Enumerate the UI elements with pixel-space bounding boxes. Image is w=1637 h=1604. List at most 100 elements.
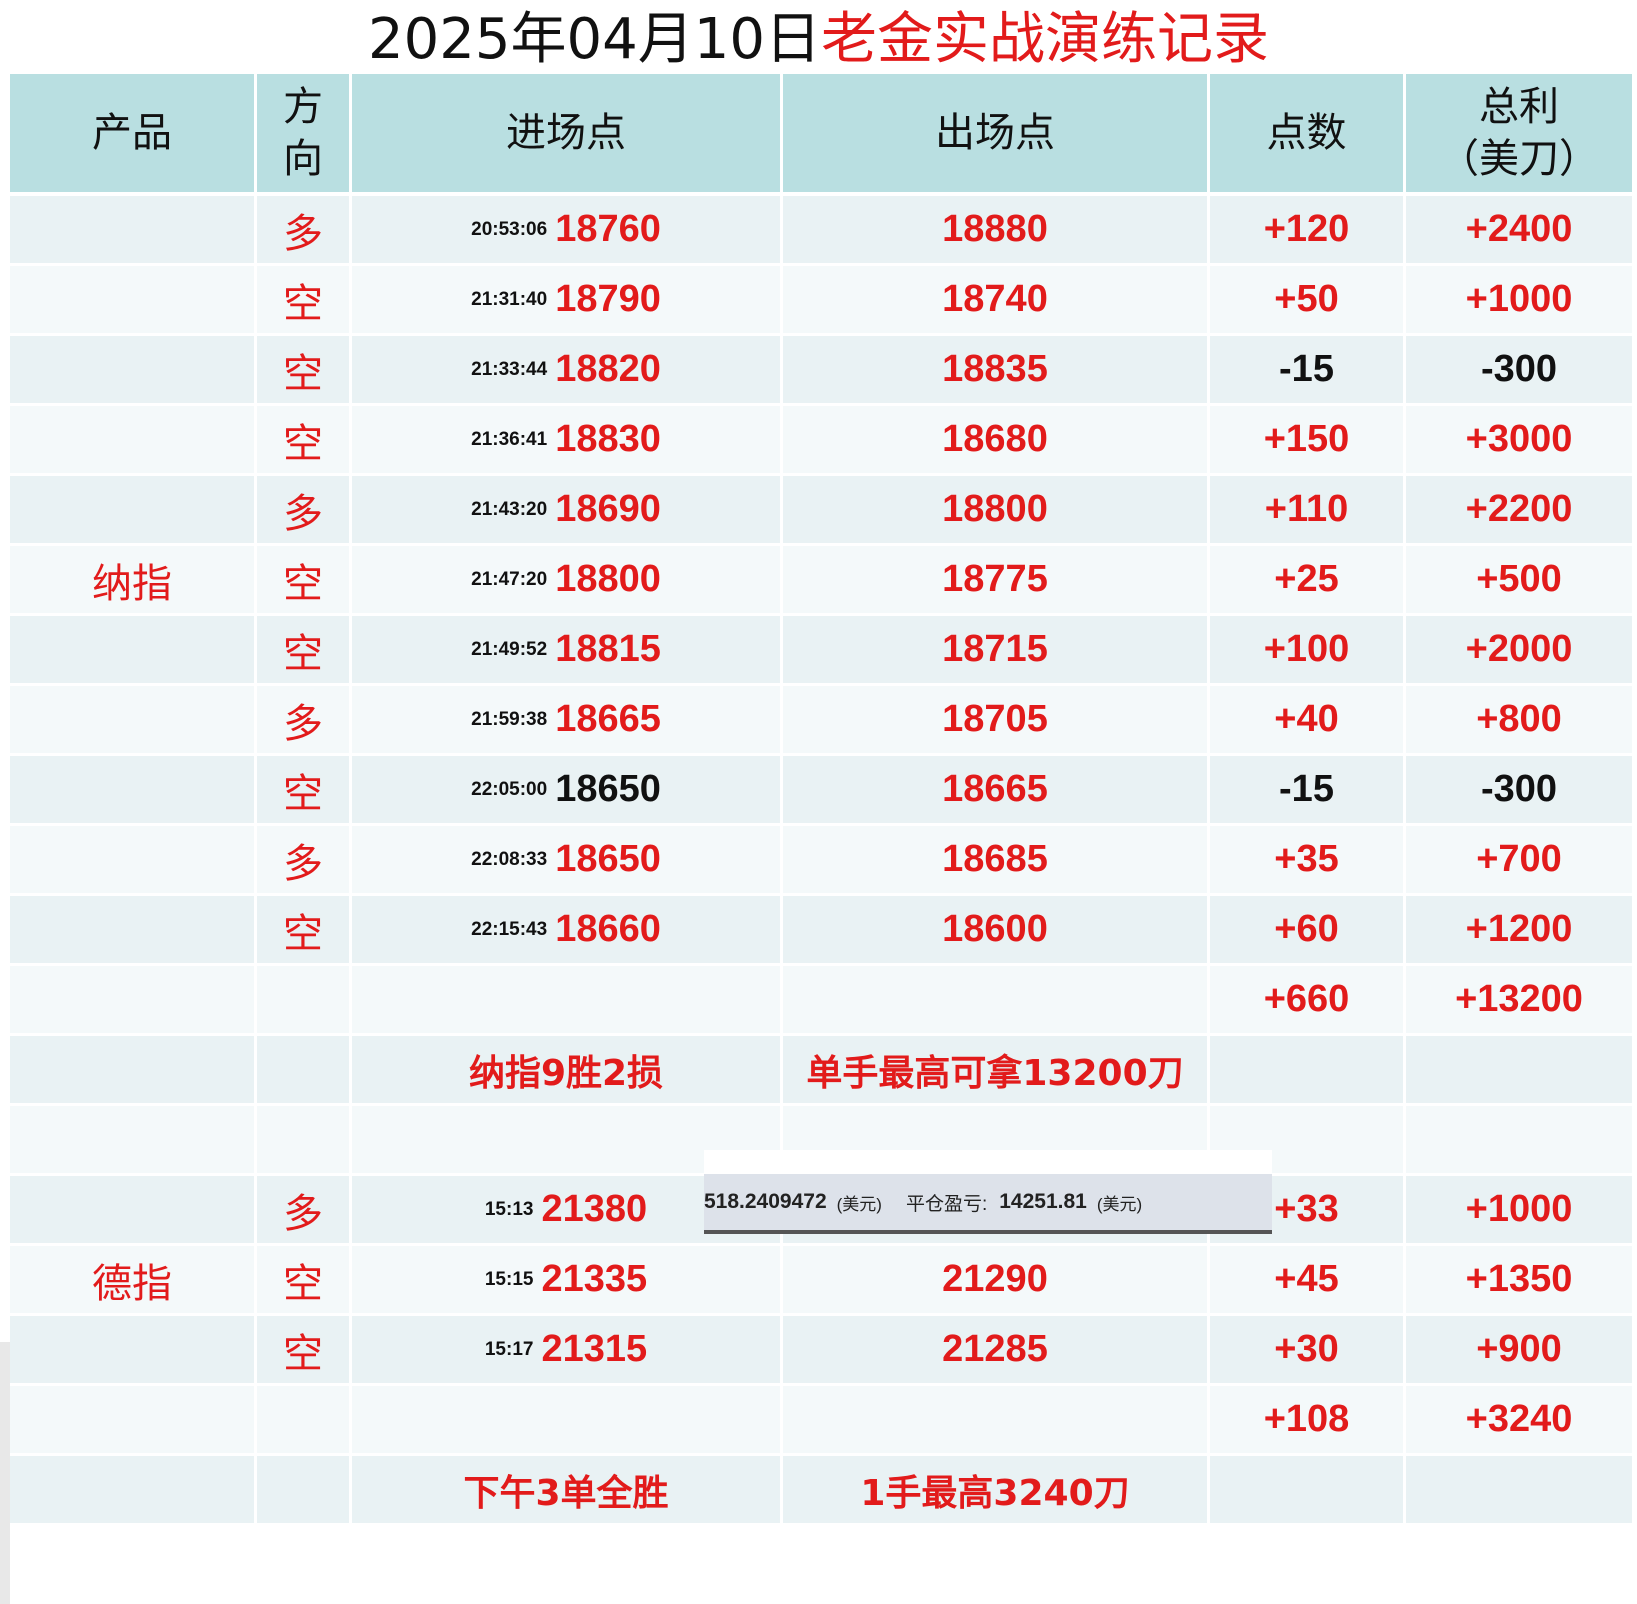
direction-cell: 空: [257, 406, 349, 473]
sum-points-cell: +108: [1210, 1386, 1403, 1453]
entry-price: 18820: [555, 348, 661, 390]
summary-empty-cell: [1210, 1456, 1403, 1523]
direction-text: 多: [283, 840, 323, 887]
summary-right: 1手最高3240刀: [860, 1472, 1130, 1514]
sum-points: +108: [1263, 1398, 1350, 1440]
pnl-value-2: 14251.81: [999, 1190, 1087, 1213]
total-cell: +1200: [1406, 896, 1632, 963]
sum-total: +13200: [1455, 978, 1583, 1020]
exit-price: 18680: [942, 418, 1048, 460]
exit-price: 18740: [942, 278, 1048, 320]
entry-time: 15:15: [484, 1268, 534, 1290]
points-cell: +40: [1210, 686, 1403, 753]
exit-price: 18800: [942, 488, 1048, 530]
sum-points: +660: [1263, 978, 1350, 1020]
direction-cell: 空: [257, 546, 349, 613]
pnl-screenshot-overlay: 518.2409472 (美元) 平仓盈亏: 14251.81 (美元): [704, 1150, 1272, 1234]
trade-table: 产品 方向 进场点 出场点 点数 总利 （美刀） 多 20:53:06 18760 18…: [10, 74, 1632, 1604]
total-value: +2200: [1465, 488, 1573, 530]
direction-text: 多: [283, 700, 323, 747]
total-cell: +1000: [1406, 266, 1632, 333]
product-label: 德指: [10, 1176, 254, 1383]
entry-price: 18790: [555, 278, 661, 320]
points-cell: +50: [1210, 266, 1403, 333]
sum-total-cell: +13200: [1406, 966, 1632, 1033]
direction-text: 空: [283, 280, 323, 327]
sum-empty-cell: [783, 1386, 1207, 1453]
sum-total: +3240: [1465, 1398, 1573, 1440]
points-cell: +100: [1210, 616, 1403, 683]
header-total-label-1: 总利: [1479, 84, 1559, 130]
direction-cell: 空: [257, 266, 349, 333]
points-cell: -15: [1210, 756, 1403, 823]
exit-cell: 18685: [783, 826, 1207, 893]
total-value: +2400: [1465, 208, 1573, 250]
entry-time: 22:08:33: [471, 848, 548, 870]
entry-cell: 20:53:06 18760: [352, 196, 780, 263]
direction-text: 空: [283, 770, 323, 817]
direction-text: 空: [283, 420, 323, 467]
exit-cell: 18680: [783, 406, 1207, 473]
points-cell: +45: [1210, 1246, 1403, 1313]
points-value: +45: [1274, 1258, 1339, 1300]
direction-text: 空: [283, 1330, 323, 1377]
title-date: 2025年04月10日: [367, 7, 822, 72]
total-value: +1000: [1465, 278, 1573, 320]
header-total: 总利 （美刀）: [1406, 74, 1632, 192]
sum-empty-cell: [352, 1386, 780, 1453]
product-label: 纳指: [10, 196, 254, 963]
summary-left-cell: 下午3单全胜: [352, 1456, 780, 1523]
points-value: +25: [1274, 558, 1339, 600]
exit-cell: 18775: [783, 546, 1207, 613]
points-value: +40: [1274, 698, 1339, 740]
total-value: +800: [1476, 698, 1562, 740]
entry-time: 15:13: [484, 1198, 534, 1220]
points-cell: +120: [1210, 196, 1403, 263]
exit-cell: 18800: [783, 476, 1207, 543]
points-value: +100: [1263, 628, 1350, 670]
direction-text: 空: [283, 1260, 323, 1307]
sum-empty-cell: [783, 966, 1207, 1033]
entry-price: 21315: [541, 1328, 648, 1370]
total-value: -300: [1480, 768, 1558, 810]
entry-price: 18760: [555, 208, 661, 250]
direction-text: 多: [283, 1190, 323, 1237]
header-product-label: 产品: [92, 110, 172, 156]
exit-cell: 18665: [783, 756, 1207, 823]
product-name: 纳指: [92, 560, 172, 607]
entry-cell: 21:49:52 18815: [352, 616, 780, 683]
direction-text: 空: [283, 560, 323, 607]
summary-empty-cell: [1406, 1036, 1632, 1103]
exit-price: 18715: [942, 628, 1048, 670]
exit-cell: 18835: [783, 336, 1207, 403]
entry-cell: 21:33:44 18820: [352, 336, 780, 403]
entry-time: 22:05:00: [471, 778, 548, 800]
direction-cell: 多: [257, 1176, 349, 1243]
direction-cell: 空: [257, 1316, 349, 1383]
sum-total-cell: +3240: [1406, 1386, 1632, 1453]
total-cell: +1350: [1406, 1246, 1632, 1313]
direction-text: 多: [283, 490, 323, 537]
entry-time: 21:36:41: [471, 428, 548, 450]
summary-left: 纳指9胜2损: [468, 1052, 664, 1094]
total-value: +1000: [1465, 1188, 1573, 1230]
exit-price: 18835: [942, 348, 1048, 390]
entry-price: 18665: [555, 698, 661, 740]
total-value: +900: [1476, 1328, 1562, 1370]
direction-cell: 多: [257, 196, 349, 263]
sum-empty-cell: [10, 1386, 254, 1453]
header-points-label: 点数: [1266, 110, 1347, 156]
total-cell: +700: [1406, 826, 1632, 893]
summary-empty-cell: [1406, 1456, 1632, 1523]
exit-price: 18880: [942, 208, 1048, 250]
exit-price: 18665: [942, 768, 1048, 810]
total-value: +1350: [1465, 1258, 1573, 1300]
points-value: +120: [1263, 208, 1350, 250]
total-value: +1200: [1465, 908, 1573, 950]
points-cell: +25: [1210, 546, 1403, 613]
points-cell: +110: [1210, 476, 1403, 543]
summary-empty-cell: [10, 1036, 254, 1103]
entry-time: 15:17: [484, 1338, 534, 1360]
entry-price: 18800: [555, 558, 661, 600]
direction-cell: 空: [257, 1246, 349, 1313]
